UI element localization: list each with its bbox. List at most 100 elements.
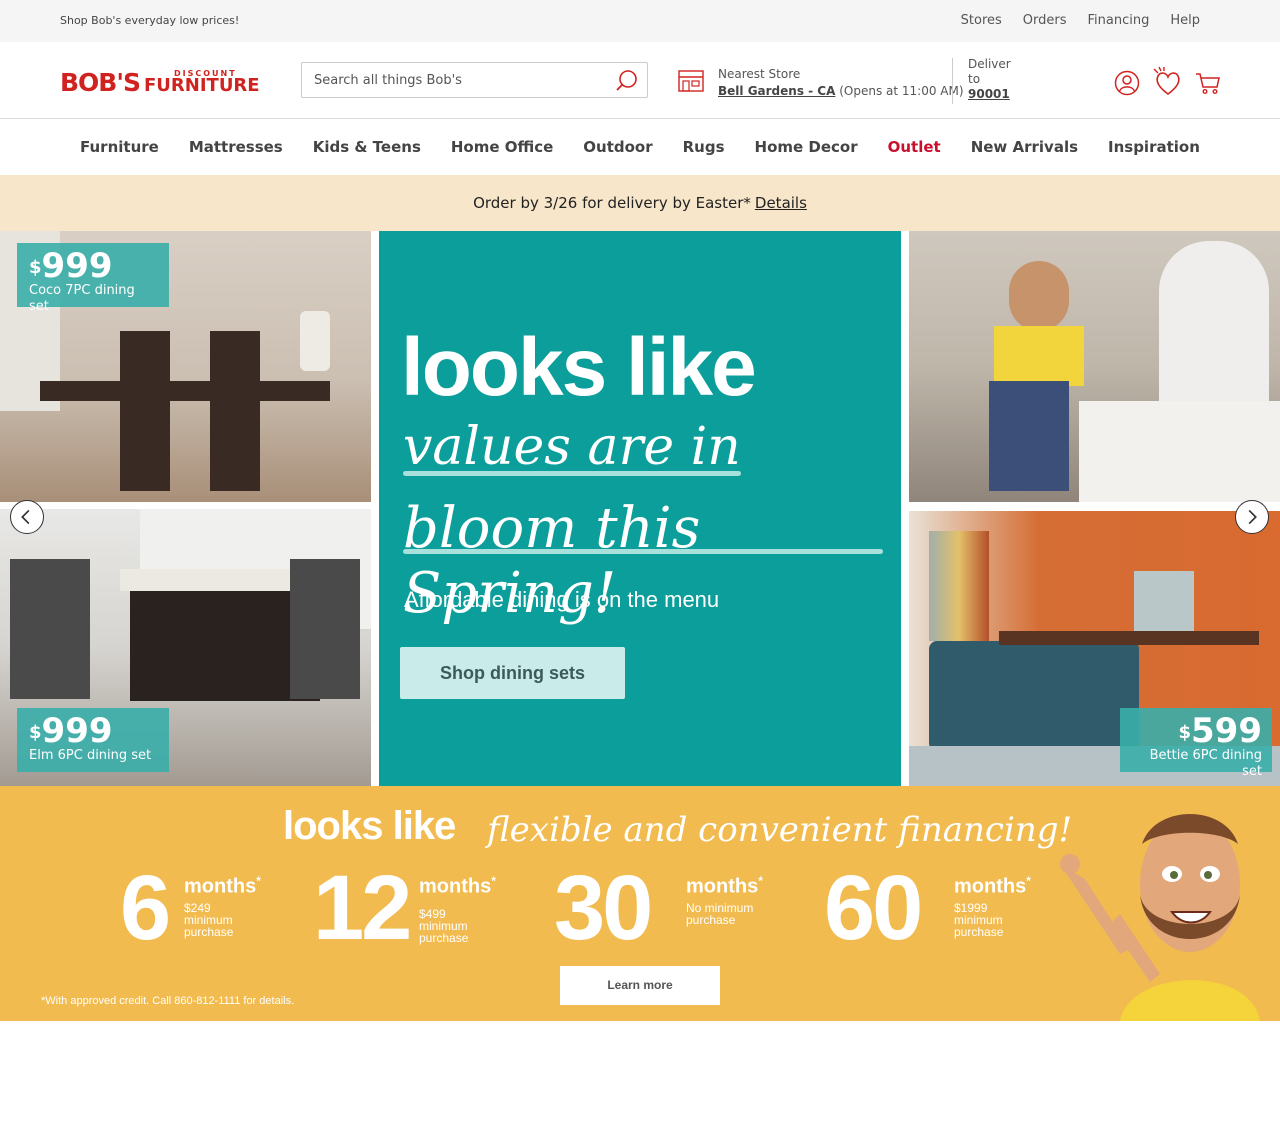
deliver-to[interactable]: Deliver to 90001 [968, 57, 1028, 102]
chair-shape [10, 559, 90, 699]
lamp-shape [300, 311, 330, 371]
nav-mattresses[interactable]: Mattresses [189, 138, 283, 156]
carousel-prev-button[interactable] [10, 500, 44, 534]
financing-link[interactable]: Financing [1088, 13, 1150, 28]
logo-sub: FURNITURE [144, 75, 260, 96]
store-name-link[interactable]: Bell Gardens - CA [718, 84, 835, 98]
term-months: months* [419, 874, 496, 898]
table-shape [999, 631, 1259, 645]
help-link[interactable]: Help [1170, 13, 1200, 28]
announcement-text: Order by 3/26 for delivery by Easter* [473, 194, 751, 212]
details-link[interactable]: Details [755, 194, 807, 212]
hero-subtitle: Affordable dining is on the menu [404, 587, 720, 612]
search-icon[interactable] [615, 69, 639, 93]
deliver-label: Deliver [968, 57, 1011, 71]
hero-line1: looks like [401, 322, 757, 413]
term-min: $1999 minimum purchase [954, 901, 1004, 939]
financing-banner[interactable]: looks like flexible and convenient finan… [0, 786, 1280, 1021]
portrait-shape [1134, 571, 1194, 631]
search-input[interactable] [314, 71, 604, 89]
figure-shirt-shape [994, 326, 1084, 386]
store-label: Nearest Store [718, 67, 801, 81]
deliver-to-label: to [968, 72, 981, 86]
hero-carousel: $999 Coco 7PC dining set $999 Elm 6PC di… [0, 231, 1280, 786]
nav-home-decor[interactable]: Home Decor [755, 138, 858, 156]
price-desc: Bettie 6PC dining set [1149, 748, 1262, 779]
nav-outdoor[interactable]: Outdoor [583, 138, 652, 156]
main-nav: Furniture Mattresses Kids & Teens Home O… [0, 119, 1280, 175]
account-icon[interactable] [1114, 70, 1140, 96]
nav-inspiration[interactable]: Inspiration [1108, 138, 1200, 156]
nav-furniture[interactable]: Furniture [80, 138, 159, 156]
search-box [301, 62, 648, 98]
chevron-left-icon [21, 509, 30, 525]
chevron-right-icon [1248, 509, 1257, 525]
price-desc: Elm 6PC dining set [29, 748, 152, 763]
underline-accent [403, 471, 741, 476]
store-location: Bell Gardens - CA (Opens at 11:00 AM) [718, 84, 964, 98]
nav-rugs[interactable]: Rugs [683, 138, 725, 156]
bobs-logo[interactable]: BOB'S DISCOUNT FURNITURE [60, 68, 260, 98]
nav-new-arrivals[interactable]: New Arrivals [971, 138, 1078, 156]
term-number: 6 [120, 857, 171, 959]
site-header: BOB'S DISCOUNT FURNITURE Nearest Store B… [0, 42, 1280, 119]
hero-promo-panel: looks like values are in bloom this Spri… [379, 231, 901, 786]
figure-head-shape [1009, 261, 1069, 331]
term-30-months: 30 months* No minimum purchase [554, 857, 784, 959]
nav-home-office[interactable]: Home Office [451, 138, 553, 156]
zip-code[interactable]: 90001 [968, 87, 1028, 102]
term-months: months* [184, 874, 261, 898]
price-tag: $999 Elm 6PC dining set [17, 708, 169, 772]
learn-more-button[interactable]: Learn more [560, 966, 720, 1005]
wishlist-heart-icon[interactable] [1152, 66, 1184, 96]
price-tag: $999 Coco 7PC dining set [17, 243, 169, 314]
nav-kids-teens[interactable]: Kids & Teens [313, 138, 421, 156]
term-60-months: 60 months* $1999 minimum purchase [824, 857, 1054, 959]
carousel-next-button[interactable] [1235, 500, 1269, 534]
announcement-bar: Order by 3/26 for delivery by Easter* Det… [0, 175, 1280, 231]
financing-disclaimer: *With approved credit. Call 860-812-1111… [41, 995, 295, 1007]
coco-dining-photo[interactable]: $999 Coco 7PC dining set [0, 231, 371, 502]
nav-outlet[interactable]: Outlet [888, 138, 941, 156]
price-value: $599 [1178, 711, 1262, 751]
bob-mascot-image [1060, 814, 1260, 1021]
figure-jeans-shape [989, 381, 1069, 491]
term-months: months* [686, 874, 763, 898]
term-number: 12 [313, 857, 412, 959]
elm-dining-photo[interactable]: $999 Elm 6PC dining set [0, 509, 371, 786]
term-number: 30 [554, 857, 653, 959]
term-min: No minimum purchase [686, 901, 754, 927]
cart-icon[interactable] [1195, 70, 1221, 96]
price-value: $999 [29, 711, 113, 751]
orders-link[interactable]: Orders [1023, 13, 1067, 28]
term-6-months: 6 months* $249 minimum purchase [120, 857, 280, 959]
term-min: $249 minimum purchase [184, 901, 234, 939]
utility-links: Stores Orders Financing Help [961, 13, 1200, 28]
shop-dining-sets-button[interactable]: Shop dining sets [400, 647, 625, 699]
chair-shape [210, 331, 260, 491]
financing-head1: looks like [283, 804, 456, 848]
store-hours: (Opens at 11:00 AM) [839, 84, 964, 98]
price-tag: $599 Bettie 6PC dining set [1120, 708, 1272, 779]
term-months: months* [954, 874, 1031, 898]
nearest-store[interactable]: Nearest Store Bell Gardens - CA (Opens a… [678, 64, 964, 104]
utility-bar: Shop Bob's everyday low prices! Stores O… [0, 0, 1280, 42]
term-12-months: 12 months* $499 minimum purchase [313, 857, 513, 959]
price-value: $999 [29, 246, 113, 286]
financing-head2: flexible and convenient financing! [487, 810, 1073, 850]
header-divider [952, 58, 953, 104]
chair-shape [290, 559, 360, 699]
bettie-dining-photo[interactable]: $599 Bettie 6PC dining set [909, 511, 1280, 786]
logo-main: BOB'S [60, 68, 141, 97]
price-desc: Coco 7PC dining set [29, 283, 135, 314]
table-shape [40, 381, 330, 401]
stores-link[interactable]: Stores [961, 13, 1002, 28]
underline-accent [403, 549, 883, 554]
promo-text: Shop Bob's everyday low prices! [60, 14, 240, 27]
chair-shape [120, 331, 170, 491]
chair-shape [929, 641, 1139, 751]
store-icon [678, 70, 704, 92]
bob-dining-photo[interactable] [909, 231, 1280, 502]
term-number: 60 [824, 857, 923, 959]
art-shape [929, 531, 989, 641]
